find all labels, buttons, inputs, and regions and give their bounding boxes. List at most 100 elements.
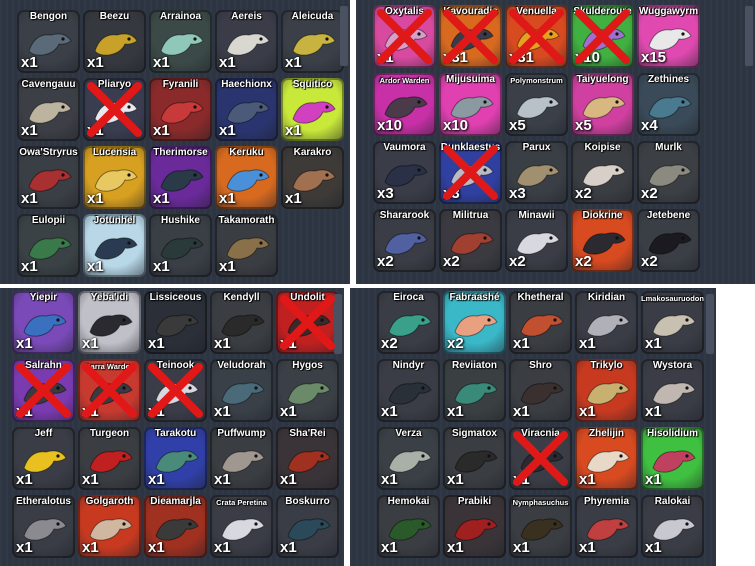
creature-card-ardor-warden[interactable]: Ardor Warden x10 bbox=[373, 73, 436, 136]
scrollbar[interactable] bbox=[706, 294, 714, 354]
scrollbar[interactable] bbox=[745, 6, 753, 66]
creature-card-jeff[interactable]: Jeff x1 bbox=[12, 427, 75, 490]
creature-card-kavouradis[interactable]: Kavouradis x31 bbox=[439, 5, 502, 68]
creature-card-arrainoa[interactable]: Arrainoa x1 bbox=[149, 10, 212, 73]
creature-card-pliaryo[interactable]: Pliaryo x1 bbox=[83, 78, 146, 141]
creature-card-wystora[interactable]: Wystora x1 bbox=[641, 359, 704, 422]
creature-card-viracnia[interactable]: Viracnia x1 bbox=[509, 427, 572, 490]
scrollbar[interactable] bbox=[334, 294, 342, 354]
creature-card-fabraash[interactable]: Fabraashé x2 bbox=[443, 291, 506, 354]
creature-card-reviiaton[interactable]: Reviiaton x1 bbox=[443, 359, 506, 422]
creature-card-boskurro[interactable]: Boskurro x1 bbox=[276, 495, 339, 558]
creature-count: x1 bbox=[645, 539, 662, 556]
creature-name: Haechionx bbox=[221, 79, 272, 90]
creature-card-diokrine[interactable]: Diokrine x2 bbox=[571, 209, 634, 272]
creature-card-hisolidium[interactable]: Hisolidium x1 bbox=[641, 427, 704, 490]
creature-card-phyremia[interactable]: Phyremia x1 bbox=[575, 495, 638, 558]
creature-card-lmakosauruodon[interactable]: Lmakosauruodon x1 bbox=[641, 291, 704, 354]
creature-card-karakro[interactable]: Karakro x1 bbox=[281, 146, 344, 209]
creature-card-golgaroth[interactable]: Golgaroth x1 bbox=[78, 495, 141, 558]
creature-card-hygos[interactable]: Hygos x1 bbox=[276, 359, 339, 422]
creature-card-oxytalis[interactable]: Oxytalis x1 bbox=[373, 5, 436, 68]
creature-card-murlk[interactable]: Murlk x2 bbox=[637, 141, 700, 204]
creature-card-zethines[interactable]: Zethines x4 bbox=[637, 73, 700, 136]
creature-card-shararook[interactable]: Shararook x2 bbox=[373, 209, 436, 272]
creature-card-eulopii[interactable]: Eulopii x1 bbox=[17, 214, 80, 277]
creature-name: Khetheral bbox=[517, 292, 564, 303]
creature-name: Phyremia bbox=[583, 496, 630, 507]
creature-card-dunklaestus[interactable]: Dunklaestus x3 bbox=[439, 141, 502, 204]
creature-name: Nindyr bbox=[392, 360, 425, 371]
creature-card-skulderoure[interactable]: Skulderoure x10 bbox=[571, 5, 634, 68]
creature-card-zhelijin[interactable]: Zhelijin x1 bbox=[575, 427, 638, 490]
creature-card-nindyr[interactable]: Nindyr x1 bbox=[377, 359, 440, 422]
creature-card-jetebene[interactable]: Jetebene x2 bbox=[637, 209, 700, 272]
creature-card-etheralotus[interactable]: Etheralotus x1 bbox=[12, 495, 75, 558]
creature-name: Squitico bbox=[292, 79, 333, 90]
creature-name: Militrua bbox=[452, 210, 489, 221]
creature-name: Taiyuelong bbox=[576, 74, 629, 85]
creature-card-tarakotu[interactable]: Tarakotu x1 bbox=[144, 427, 207, 490]
creature-card-salrahn[interactable]: Salrahn x1 bbox=[12, 359, 75, 422]
creature-card-beezu[interactable]: Beezu x1 bbox=[83, 10, 146, 73]
creature-card-squitico[interactable]: Squitico x1 bbox=[281, 78, 344, 141]
creature-name: Prabiki bbox=[457, 496, 492, 507]
creature-count: x1 bbox=[87, 190, 104, 207]
creature-card-kendyll[interactable]: Kendyll x1 bbox=[210, 291, 273, 354]
creature-card-crata-peretina[interactable]: Crata Peretina x1 bbox=[210, 495, 273, 558]
creature-card-shro[interactable]: Shro x1 bbox=[509, 359, 572, 422]
creature-card-turgeon[interactable]: Turgeon x1 bbox=[78, 427, 141, 490]
creature-card-sha-rei[interactable]: Sha'Rei x1 bbox=[276, 427, 339, 490]
creature-card-jotunhel[interactable]: Jotunhel x1 bbox=[83, 214, 146, 277]
creature-count: x2 bbox=[641, 185, 658, 202]
creature-card-parux[interactable]: Parux x3 bbox=[505, 141, 568, 204]
creature-card-polymonstrum[interactable]: Polymonstrum x5 bbox=[505, 73, 568, 136]
creature-count: x2 bbox=[509, 253, 526, 270]
creature-card-militrua[interactable]: Militrua x2 bbox=[439, 209, 502, 272]
creature-card-takamorath[interactable]: Takamorath x1 bbox=[215, 214, 278, 277]
creature-card-bengon[interactable]: Bengon x1 bbox=[17, 10, 80, 73]
creature-card-lucensia[interactable]: Lucensia x1 bbox=[83, 146, 146, 209]
creature-count: x1 bbox=[645, 471, 662, 488]
creature-card-kiridian[interactable]: Kiridian x1 bbox=[575, 291, 638, 354]
creature-card-therimorse[interactable]: Therimorse x1 bbox=[149, 146, 212, 209]
creature-card-sigmatox[interactable]: Sigmatox x1 bbox=[443, 427, 506, 490]
creature-card-hemokai[interactable]: Hemokai x1 bbox=[377, 495, 440, 558]
creature-card-vaumora[interactable]: Vaumora x3 bbox=[373, 141, 436, 204]
creature-name: Ardor Warden bbox=[379, 76, 430, 85]
creature-name: Crata Peretina bbox=[216, 498, 267, 507]
creature-card-aleicuda[interactable]: Aleicuda x1 bbox=[281, 10, 344, 73]
creature-card-keruku[interactable]: Keruku x1 bbox=[215, 146, 278, 209]
creature-card-veludorah[interactable]: Veludorah x1 bbox=[210, 359, 273, 422]
creature-card-prabiki[interactable]: Prabiki x1 bbox=[443, 495, 506, 558]
creature-card-eiroca[interactable]: Eiroca x2 bbox=[377, 291, 440, 354]
creature-card-fyranili[interactable]: Fyranili x1 bbox=[149, 78, 212, 141]
creature-card-garra-warden[interactable]: Garra Warden x1 bbox=[78, 359, 141, 422]
creature-card-trikylo[interactable]: Trikylo x1 bbox=[575, 359, 638, 422]
creature-card-owa-stryrus[interactable]: Owa'Stryrus x1 bbox=[17, 146, 80, 209]
creature-card-yeba-idi[interactable]: Yeba'idi x1 bbox=[78, 291, 141, 354]
creature-card-teinook[interactable]: Teinook x1 bbox=[144, 359, 207, 422]
creature-card-ralokai[interactable]: Ralokai x1 bbox=[641, 495, 704, 558]
creature-card-venuella[interactable]: Venuella x31 bbox=[505, 5, 568, 68]
creature-card-wuggawyrm[interactable]: Wuggawyrm x15 bbox=[637, 5, 700, 68]
creature-card-undolit[interactable]: Undolit x1 bbox=[276, 291, 339, 354]
creature-count: x1 bbox=[21, 54, 38, 71]
collection-panel-bottom-right: Eiroca x2 Fabraashé x2 Khetheral x1 Kiridian x1… bbox=[350, 288, 716, 566]
creature-card-taiyuelong[interactable]: Taiyuelong x5 bbox=[571, 73, 634, 136]
creature-card-hushike[interactable]: Hushike x1 bbox=[149, 214, 212, 277]
creature-card-cavengauu[interactable]: Cavengauu x1 bbox=[17, 78, 80, 141]
creature-count: x10 bbox=[377, 117, 403, 134]
creature-card-mijusuima[interactable]: Mijusuima x10 bbox=[439, 73, 502, 136]
creature-card-dieamarjla[interactable]: Dieamarjla x1 bbox=[144, 495, 207, 558]
creature-card-lissiceous[interactable]: Lissiceous x1 bbox=[144, 291, 207, 354]
creature-card-minawii[interactable]: Minawii x2 bbox=[505, 209, 568, 272]
creature-card-verza[interactable]: Verza x1 bbox=[377, 427, 440, 490]
creature-card-puffwump[interactable]: Puffwump x1 bbox=[210, 427, 273, 490]
creature-card-khetheral[interactable]: Khetheral x1 bbox=[509, 291, 572, 354]
creature-card-haechionx[interactable]: Haechionx x1 bbox=[215, 78, 278, 141]
creature-card-koipise[interactable]: Koipise x2 bbox=[571, 141, 634, 204]
creature-card-yiepir[interactable]: Yiepir x1 bbox=[12, 291, 75, 354]
creature-card-nymphasuchus[interactable]: Nymphasuchus x1 bbox=[509, 495, 572, 558]
creature-card-aereis[interactable]: Aereis x1 bbox=[215, 10, 278, 73]
